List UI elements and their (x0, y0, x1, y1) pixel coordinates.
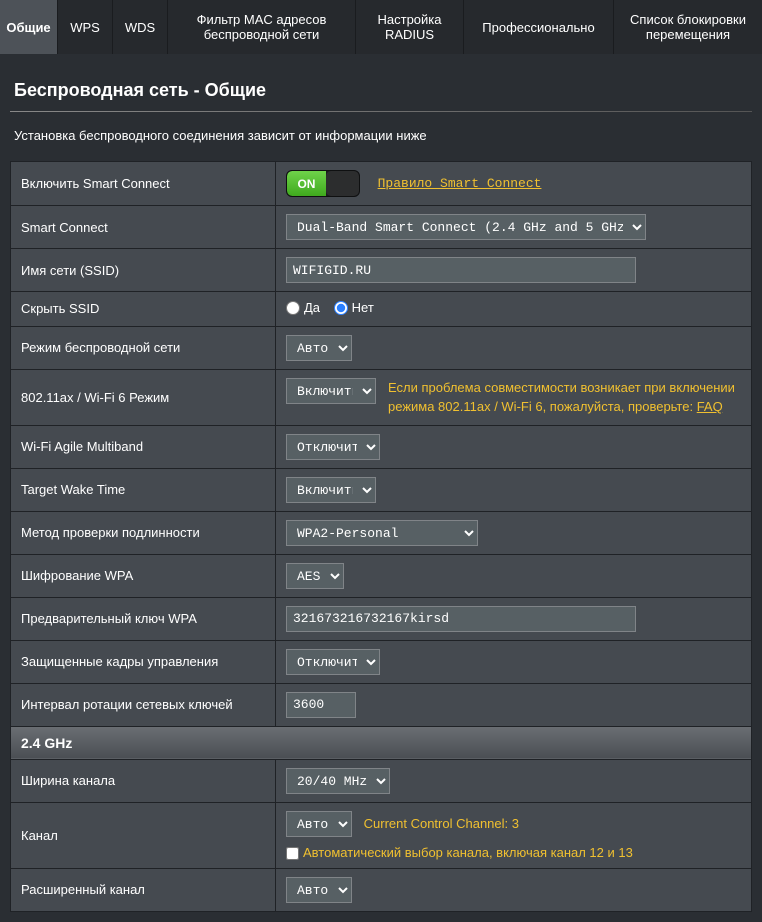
auto-channel-12-13[interactable]: Автоматический выбор канала, включая кан… (286, 845, 633, 860)
row-wifi6: 802.11ax / Wi-Fi 6 Режим Включить Если п… (11, 369, 752, 425)
label-agile: Wi-Fi Agile Multiband (11, 425, 276, 468)
row-hide-ssid: Скрыть SSID Да Нет (11, 292, 752, 327)
label-bandwidth: Ширина канала (11, 759, 276, 802)
tab-wps[interactable]: WPS (58, 0, 113, 54)
label-wireless-mode: Режим беспроводной сети (11, 326, 276, 369)
label-auth: Метод проверки подлинности (11, 511, 276, 554)
row-rekey: Интервал ротации сетевых ключей (11, 683, 752, 726)
tab-mac-filter[interactable]: Фильтр MAC адресов беспроводной сети (168, 0, 356, 54)
toggle-on-label: ON (287, 171, 326, 196)
psk-input[interactable] (286, 606, 636, 632)
page-title: Беспроводная сеть - Общие (10, 64, 752, 111)
row-ssid: Имя сети (SSID) (11, 249, 752, 292)
row-smart-connect-enable: Включить Smart Connect ON Правило Smart … (11, 162, 752, 206)
tab-professional[interactable]: Профессионально (464, 0, 614, 54)
section-24ghz-title: 2.4 GHz (11, 726, 752, 759)
section-24ghz: 2.4 GHz (11, 726, 752, 759)
label-channel: Канал (11, 802, 276, 868)
wifi6-hint: Если проблема совместимости возникает пр… (388, 378, 741, 417)
label-ssid: Имя сети (SSID) (11, 249, 276, 292)
wifi6-select[interactable]: Включить (286, 378, 376, 404)
label-rekey: Интервал ротации сетевых ключей (11, 683, 276, 726)
wifi6-faq-link[interactable]: FAQ (697, 399, 723, 414)
tab-wds[interactable]: WDS (113, 0, 168, 54)
label-psk: Предварительный ключ WPA (11, 597, 276, 640)
row-pmf: Защищенные кадры управления Отключить (11, 640, 752, 683)
settings-table: Включить Smart Connect ON Правило Smart … (10, 161, 752, 912)
twt-select[interactable]: Включить (286, 477, 376, 503)
label-pmf: Защищенные кадры управления (11, 640, 276, 683)
tabs-bar: Общие WPS WDS Фильтр MAC адресов беспров… (0, 0, 762, 54)
row-smart-connect: Smart Connect Dual-Band Smart Connect (2… (11, 206, 752, 249)
bandwidth-select[interactable]: 20/40 MHz (286, 768, 390, 794)
ssid-input[interactable] (286, 257, 636, 283)
row-wpa-enc: Шифрование WPA AES (11, 554, 752, 597)
label-twt: Target Wake Time (11, 468, 276, 511)
row-auth: Метод проверки подлинности WPA2-Personal (11, 511, 752, 554)
tab-general[interactable]: Общие (0, 0, 58, 54)
rekey-input[interactable] (286, 692, 356, 718)
row-psk: Предварительный ключ WPA (11, 597, 752, 640)
toggle-knob (326, 171, 359, 196)
channel-select[interactable]: Авто (286, 811, 352, 837)
hide-ssid-yes[interactable]: Да (286, 300, 320, 315)
agile-select[interactable]: Отключить (286, 434, 380, 460)
label-smart-connect: Smart Connect (11, 206, 276, 249)
row-agile: Wi-Fi Agile Multiband Отключить (11, 425, 752, 468)
smart-connect-rule-link[interactable]: Правило Smart Connect (378, 176, 542, 191)
label-wifi6: 802.11ax / Wi-Fi 6 Режим (11, 369, 276, 425)
row-wireless-mode: Режим беспроводной сети Авто (11, 326, 752, 369)
row-channel: Канал Авто Current Control Channel: 3 Ав… (11, 802, 752, 868)
label-hide-ssid: Скрыть SSID (11, 292, 276, 327)
row-ext-channel: Расширенный канал Авто (11, 868, 752, 911)
smart-connect-toggle[interactable]: ON (286, 170, 360, 197)
page-description: Установка беспроводного соединения завис… (10, 128, 752, 161)
pmf-select[interactable]: Отключить (286, 649, 380, 675)
divider (10, 111, 752, 112)
label-smart-connect-enable: Включить Smart Connect (11, 162, 276, 206)
row-bandwidth: Ширина канала 20/40 MHz (11, 759, 752, 802)
ext-channel-select[interactable]: Авто (286, 877, 352, 903)
wireless-mode-select[interactable]: Авто (286, 335, 352, 361)
hide-ssid-no[interactable]: Нет (334, 300, 374, 315)
current-channel-text: Current Control Channel: 3 (364, 816, 519, 831)
label-wpa-enc: Шифрование WPA (11, 554, 276, 597)
auth-select[interactable]: WPA2-Personal (286, 520, 478, 546)
tab-roaming-block[interactable]: Список блокировки перемещения (614, 0, 762, 54)
tab-radius[interactable]: Настройка RADIUS (356, 0, 464, 54)
wpa-enc-select[interactable]: AES (286, 563, 344, 589)
label-ext-channel: Расширенный канал (11, 868, 276, 911)
row-twt: Target Wake Time Включить (11, 468, 752, 511)
smart-connect-select[interactable]: Dual-Band Smart Connect (2.4 GHz and 5 G… (286, 214, 646, 240)
